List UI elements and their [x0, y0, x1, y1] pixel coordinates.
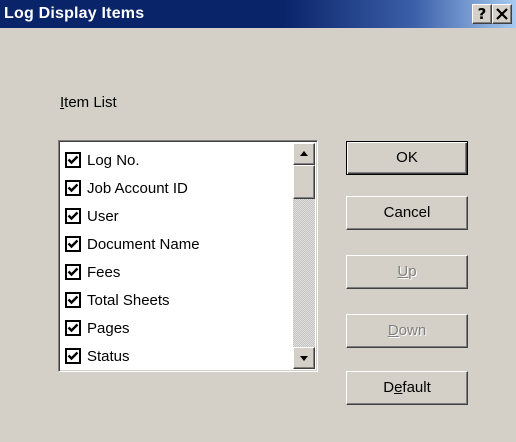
list-item-log-no[interactable]: Log No.	[65, 146, 200, 174]
checkbox-status[interactable]	[65, 348, 81, 364]
arrow-down-icon	[300, 356, 308, 361]
item-label: Pages	[87, 319, 130, 337]
item-list-box[interactable]: Log No. Job Account ID User Document Nam…	[58, 140, 318, 372]
list-item-fees[interactable]: Fees	[65, 258, 200, 286]
default-button-pre: D	[383, 379, 395, 396]
checkbox-total-sheets[interactable]	[65, 292, 81, 308]
arrow-up-icon	[300, 151, 308, 156]
item-label: Job Account ID	[87, 179, 188, 197]
item-list: Log No. Job Account ID User Document Nam…	[65, 146, 200, 370]
list-item-pages[interactable]: Pages	[65, 314, 200, 342]
help-button[interactable]: ?	[472, 4, 492, 24]
down-button[interactable]: Down	[346, 314, 468, 348]
checkbox-job-account-id[interactable]	[65, 180, 81, 196]
default-button-rest: fault	[402, 379, 431, 396]
checkmark-icon	[67, 351, 79, 361]
scroll-up-button[interactable]	[293, 143, 315, 165]
up-button-accel: U	[397, 263, 409, 280]
close-button[interactable]	[492, 4, 512, 24]
vertical-scrollbar[interactable]	[293, 143, 315, 369]
scroll-thumb[interactable]	[293, 165, 315, 199]
item-label: Total Sheets	[87, 291, 170, 309]
item-list-label: Item List	[60, 94, 117, 111]
scroll-down-button[interactable]	[293, 347, 315, 369]
list-item-job-account-id[interactable]: Job Account ID	[65, 174, 200, 202]
item-label: Status	[87, 347, 130, 365]
checkbox-document-name[interactable]	[65, 236, 81, 252]
down-button-rest: own	[398, 322, 427, 339]
down-button-accel: D	[387, 322, 399, 339]
checkmark-icon	[67, 239, 79, 249]
ok-button[interactable]: OK	[346, 141, 468, 175]
checkmark-icon	[67, 211, 79, 221]
checkmark-icon	[67, 323, 79, 333]
item-label: User	[87, 207, 119, 225]
list-item-status[interactable]: Status	[65, 342, 200, 370]
up-button[interactable]: Up	[346, 255, 468, 289]
checkmark-icon	[67, 155, 79, 165]
checkmark-icon	[67, 267, 79, 277]
help-icon: ?	[477, 5, 487, 23]
checkbox-user[interactable]	[65, 208, 81, 224]
checkmark-icon	[67, 295, 79, 305]
up-button-rest: p	[408, 263, 417, 280]
default-button[interactable]: Default	[346, 371, 468, 405]
item-label: Document Name	[87, 235, 200, 253]
checkbox-pages[interactable]	[65, 320, 81, 336]
checkbox-log-no[interactable]	[65, 152, 81, 168]
list-item-document-name[interactable]: Document Name	[65, 230, 200, 258]
item-label: Log No.	[87, 151, 140, 169]
list-item-total-sheets[interactable]: Total Sheets	[65, 286, 200, 314]
log-display-items-dialog: Log Display Items ? Item List Log No. Jo…	[0, 0, 516, 442]
close-icon	[496, 8, 508, 20]
checkbox-fees[interactable]	[65, 264, 81, 280]
title-bar[interactable]: Log Display Items ?	[0, 0, 516, 28]
checkmark-icon	[67, 183, 79, 193]
item-label: Fees	[87, 263, 121, 281]
window-title: Log Display Items	[4, 5, 145, 22]
list-item-user[interactable]: User	[65, 202, 200, 230]
item-list-label-rest: tem List	[64, 94, 117, 111]
cancel-button[interactable]: Cancel	[346, 196, 468, 230]
